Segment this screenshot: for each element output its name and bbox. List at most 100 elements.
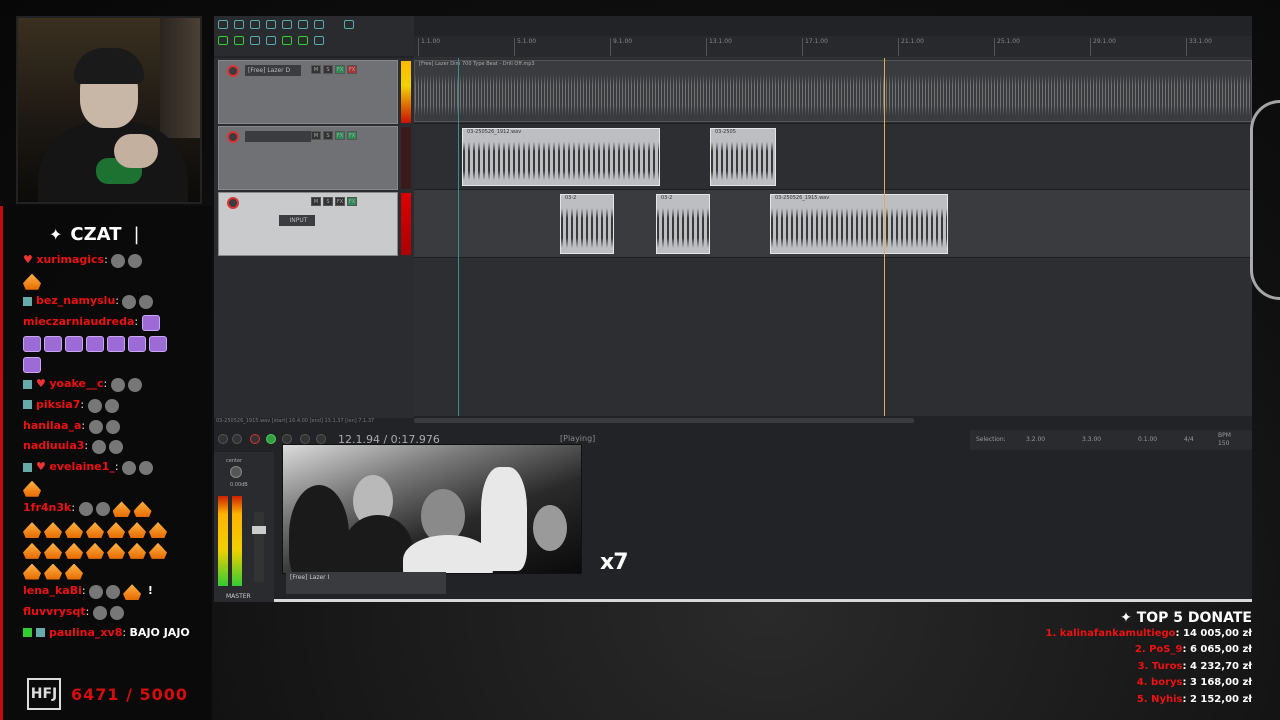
ruler-tick: 33.1.00 bbox=[1186, 38, 1212, 56]
solo-button[interactable]: S bbox=[323, 131, 333, 140]
fx-button[interactable]: FX bbox=[335, 65, 345, 74]
selection-length[interactable]: 0.1.00 bbox=[1138, 436, 1157, 443]
timeline-ruler[interactable]: 1.1.00 5.1.00 9.1.00 13.1.00 17.1.00 21.… bbox=[414, 36, 1252, 58]
sparkle-icon: ✦ bbox=[1120, 610, 1137, 626]
fire-emote-icon bbox=[107, 522, 125, 539]
fx-button[interactable]: FX bbox=[347, 131, 357, 140]
track-lane[interactable]: 03-2 03-2 03-250526_1915.wav bbox=[414, 190, 1252, 258]
fx-button[interactable]: FX bbox=[335, 197, 345, 206]
track-meter bbox=[401, 127, 411, 189]
grid-icon[interactable] bbox=[218, 36, 228, 45]
pan-knob[interactable] bbox=[230, 466, 242, 478]
go-start-button[interactable] bbox=[218, 434, 228, 444]
loop-button[interactable] bbox=[282, 434, 292, 444]
redo-icon[interactable] bbox=[298, 20, 308, 29]
fire-emote-icon bbox=[65, 542, 83, 559]
playhead[interactable] bbox=[884, 58, 885, 416]
fire-emote-icon bbox=[23, 480, 41, 497]
loop-marker bbox=[458, 58, 459, 416]
toolbar-button[interactable] bbox=[344, 20, 354, 29]
horizontal-scrollbar[interactable] bbox=[414, 418, 914, 423]
badge-icon bbox=[23, 296, 32, 306]
chat-username: xurimagics bbox=[36, 253, 105, 266]
track-header[interactable]: INPUT M S FX FX bbox=[218, 192, 411, 256]
ruler-tick: 25.1.00 bbox=[994, 38, 1020, 56]
bpm-value[interactable]: 150 bbox=[1218, 440, 1229, 447]
track-lane[interactable]: [Free] Lazer Dim 700 Type Beat - Drill O… bbox=[414, 58, 1252, 124]
loop-icon[interactable] bbox=[298, 36, 308, 45]
snap-icon[interactable] bbox=[282, 36, 292, 45]
solo-button[interactable]: S bbox=[323, 65, 333, 74]
fire-emote-icon bbox=[149, 542, 167, 559]
lock-icon[interactable] bbox=[314, 36, 324, 45]
track-header[interactable]: [Free] Lazer D M S FX FX bbox=[218, 60, 411, 124]
chat-username: yoake__c bbox=[49, 377, 104, 391]
donate-row: 5. Nyhis: 2 152,00 zł bbox=[1136, 693, 1252, 705]
toolbar-button[interactable] bbox=[266, 36, 276, 45]
chat-username: mieczarniaudreda bbox=[23, 315, 135, 329]
ruler-tick: 17.1.00 bbox=[802, 38, 828, 56]
fx-bypass-button[interactable]: FX bbox=[347, 65, 357, 74]
chat-message: ♥ evelaine1_: bbox=[23, 457, 209, 478]
track-name[interactable]: [Free] Lazer D bbox=[245, 65, 301, 76]
toolbar-button[interactable] bbox=[314, 20, 324, 29]
emote-icon bbox=[128, 254, 143, 268]
record-arm-button[interactable] bbox=[227, 65, 239, 77]
selection-info: Selection: 3.2.00 3.3.00 0.1.00 4/4 BPM … bbox=[970, 430, 1252, 450]
undo-icon[interactable] bbox=[282, 20, 292, 29]
pause-button[interactable] bbox=[300, 434, 310, 444]
mute-button[interactable]: M bbox=[311, 197, 321, 206]
fx-button[interactable]: FX bbox=[347, 197, 357, 206]
donate-row: 2. PoS_9: 6 065,00 zł bbox=[1134, 644, 1252, 656]
emote-icon bbox=[44, 335, 62, 352]
track-input[interactable]: INPUT bbox=[279, 215, 315, 226]
record-button[interactable] bbox=[250, 434, 260, 444]
ruler-tick: 9.1.00 bbox=[610, 38, 632, 56]
record-arm-button[interactable] bbox=[227, 131, 239, 143]
chat-username: fluvvrysqt bbox=[23, 604, 86, 618]
mute-button[interactable]: M bbox=[311, 131, 321, 140]
emote-icon bbox=[141, 315, 160, 332]
media-item[interactable]: 03-250526_1912.wav bbox=[462, 128, 660, 186]
chat-message bbox=[23, 561, 209, 582]
fire-emote-icon bbox=[149, 522, 167, 539]
chat-message: bez_namyslu: bbox=[23, 291, 209, 312]
track-lane[interactable]: 03-250526_1912.wav 03-2505 bbox=[414, 124, 1252, 190]
media-item[interactable]: 03-250526_1915.wav bbox=[770, 194, 948, 254]
mini-track[interactable]: [Free] Lazer I bbox=[286, 572, 446, 594]
cursor-icon[interactable] bbox=[344, 36, 354, 45]
toolbar-button[interactable] bbox=[250, 36, 260, 45]
emote-icon bbox=[111, 254, 126, 268]
record-arm-button[interactable] bbox=[227, 197, 239, 209]
media-item[interactable]: 03-2505 bbox=[710, 128, 776, 186]
arrange-view[interactable]: [Free] Lazer Dim 700 Type Beat - Drill O… bbox=[414, 58, 1252, 416]
toolbar-button[interactable] bbox=[266, 20, 276, 29]
fire-emote-icon bbox=[123, 584, 142, 601]
toolbar-button[interactable] bbox=[250, 20, 260, 29]
time-signature[interactable]: 4/4 bbox=[1184, 436, 1194, 443]
emote-icon bbox=[110, 378, 125, 393]
selection-start[interactable]: 3.2.00 bbox=[1026, 436, 1045, 443]
emote-icon bbox=[89, 585, 104, 600]
media-item[interactable]: [Free] Lazer Dim 700 Type Beat - Drill O… bbox=[414, 60, 1252, 122]
play-button[interactable] bbox=[266, 434, 276, 444]
item-label: 03-2 bbox=[565, 195, 577, 201]
item-label: [Free] Lazer Dim 700 Type Beat - Drill O… bbox=[419, 61, 535, 67]
track-header[interactable]: M S FX FX bbox=[218, 126, 411, 190]
media-item[interactable]: 03-2 bbox=[560, 194, 614, 254]
track-name[interactable] bbox=[245, 131, 311, 142]
chat-username: piksia7 bbox=[36, 397, 81, 411]
media-item[interactable]: 03-2 bbox=[656, 194, 710, 254]
fire-emote-icon bbox=[86, 542, 104, 559]
solo-button[interactable]: S bbox=[323, 197, 333, 206]
donate-row: 1. kalinafankamultiego: 14 005,00 zł bbox=[1045, 628, 1252, 639]
selection-end[interactable]: 3.3.00 bbox=[1082, 436, 1101, 443]
stop-button[interactable] bbox=[316, 434, 326, 444]
grid-icon[interactable] bbox=[234, 36, 244, 45]
master-fader[interactable] bbox=[252, 512, 266, 582]
mute-button[interactable]: M bbox=[311, 65, 321, 74]
go-end-button[interactable] bbox=[232, 434, 242, 444]
fx-button[interactable]: FX bbox=[335, 131, 345, 140]
toolbar-button[interactable] bbox=[234, 20, 244, 29]
toolbar-button[interactable] bbox=[218, 20, 228, 29]
